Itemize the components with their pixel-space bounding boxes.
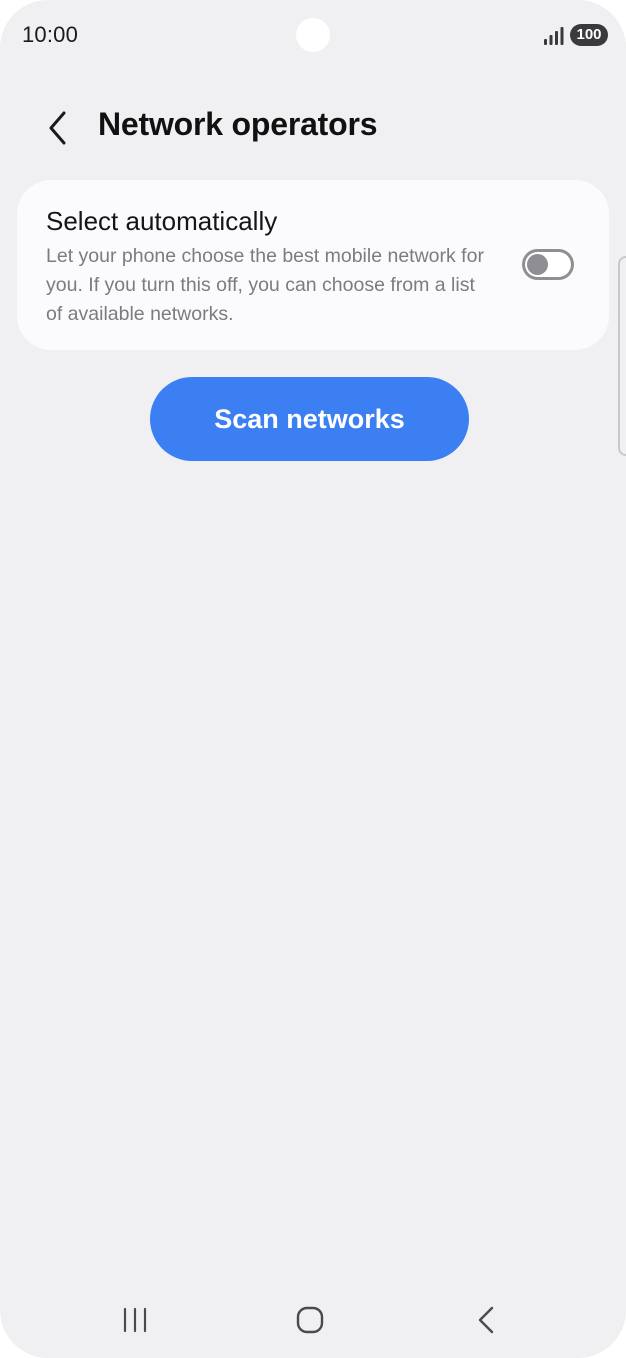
chevron-left-icon (49, 111, 66, 145)
phone-screen: 10:00 100 Network operators Select autom… (0, 0, 626, 1358)
status-bar: 10:00 100 (0, 0, 626, 72)
back-button[interactable] (36, 104, 80, 152)
home-button[interactable] (280, 1300, 340, 1340)
battery-icon: 100 (570, 24, 608, 46)
status-time: 10:00 (22, 22, 79, 47)
scan-networks-button[interactable]: Scan networks (150, 377, 469, 461)
back-icon (478, 1306, 494, 1334)
recents-icon (123, 1307, 147, 1333)
toggle-knob (527, 254, 548, 275)
recents-button[interactable] (105, 1300, 165, 1340)
auto-select-description: Let your phone choose the best mobile ne… (46, 245, 484, 325)
front-camera (296, 18, 330, 52)
battery-level: 100 (576, 26, 602, 43)
page-title: Network operators (98, 106, 378, 142)
nav-back-button[interactable] (456, 1300, 516, 1340)
auto-select-card[interactable]: Select automatically Let your phone choo… (17, 180, 609, 350)
signal-icon (544, 27, 564, 45)
home-icon (296, 1306, 324, 1334)
auto-select-toggle[interactable] (522, 249, 574, 280)
auto-select-title: Select automatically (46, 206, 278, 236)
edge-panel-handle[interactable] (618, 256, 626, 456)
navigation-bar (0, 1284, 626, 1358)
